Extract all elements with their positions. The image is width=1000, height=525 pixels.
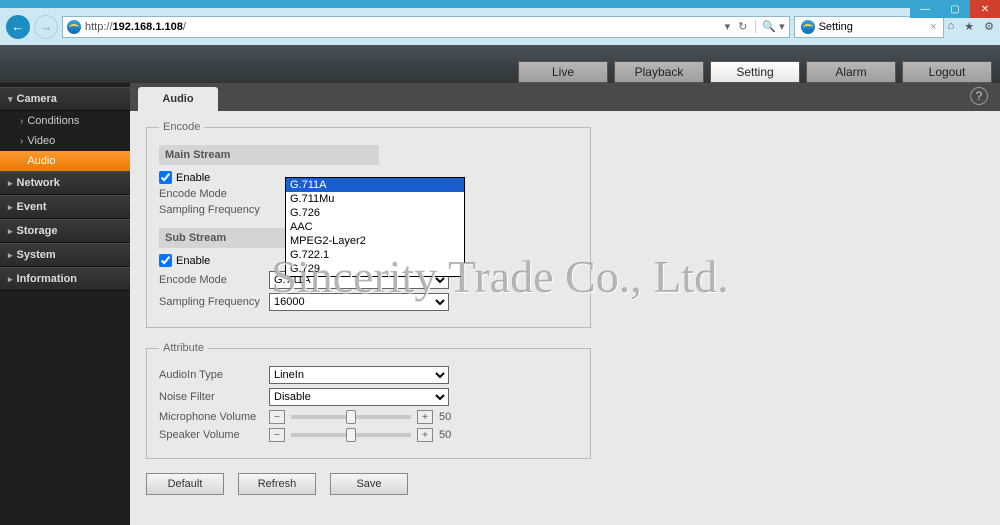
noise-filter-select[interactable]: Disable [269, 388, 449, 406]
tools-icon[interactable]: ⚙ [984, 20, 994, 33]
page-body: Encode Main Stream Enable Encode Mode Sa… [130, 111, 1000, 525]
window-titlebar [0, 0, 1000, 8]
content-area: Audio ? Encode Main Stream Enable Encode… [130, 83, 1000, 525]
option-g729[interactable]: G.729 [286, 262, 464, 276]
page-tab-audio[interactable]: Audio [138, 87, 218, 111]
option-g711mu[interactable]: G.711Mu [286, 192, 464, 206]
main-sampling-label: Sampling Frequency [159, 204, 269, 216]
speaker-volume-plus[interactable]: + [417, 428, 433, 442]
main-encode-mode-label: Encode Mode [159, 188, 269, 200]
address-controls: ▾ ↻ 🔍 ▾ [725, 20, 785, 33]
speaker-volume-minus[interactable]: − [269, 428, 285, 442]
chrome-tools: ⌂ ★ ⚙ [948, 20, 994, 33]
address-bar[interactable]: http://192.168.1.108/ ▾ ↻ 🔍 ▾ [62, 16, 790, 38]
window-buttons: — ▢ ✕ [910, 0, 1000, 18]
mic-volume-label: Microphone Volume [159, 411, 269, 423]
browser-chrome: ← → http://192.168.1.108/ ▾ ↻ 🔍 ▾ Settin… [0, 8, 1000, 45]
ie-icon [67, 20, 81, 34]
sidebar-item-video[interactable]: Video [0, 131, 130, 151]
encode-legend: Encode [159, 121, 204, 133]
tab-live[interactable]: Live [518, 61, 608, 83]
tab-setting[interactable]: Setting [710, 61, 800, 83]
back-button[interactable]: ← [6, 15, 30, 39]
attribute-legend: Attribute [159, 342, 208, 354]
option-aac[interactable]: AAC [286, 220, 464, 234]
sidebar-group-system[interactable]: System [0, 243, 130, 267]
refresh-icon[interactable]: ↻ [738, 20, 747, 33]
sidebar: Camera Conditions Video Audio Network Ev… [0, 83, 130, 525]
ie-icon [801, 20, 815, 34]
favorites-icon[interactable]: ★ [964, 20, 974, 33]
tab-title: Setting [819, 21, 853, 33]
main-enable-checkbox[interactable] [159, 171, 172, 184]
default-button[interactable]: Default [146, 473, 224, 495]
encode-fieldset: Encode Main Stream Enable Encode Mode Sa… [146, 121, 591, 328]
speaker-volume-slider[interactable] [291, 433, 411, 437]
url-host: 192.168.1.108 [113, 21, 183, 33]
browser-tab[interactable]: Setting × [794, 16, 944, 38]
page-tabstrip: Audio ? [130, 83, 1000, 111]
main-stream-header: Main Stream [159, 145, 379, 165]
main-enable-label: Enable [176, 172, 210, 184]
tab-logout[interactable]: Logout [902, 61, 992, 83]
sidebar-item-audio[interactable]: Audio [0, 151, 130, 171]
option-mpeg2layer2[interactable]: MPEG2-Layer2 [286, 234, 464, 248]
audioin-type-select[interactable]: LineIn [269, 366, 449, 384]
mic-volume-plus[interactable]: + [417, 410, 433, 424]
audioin-type-label: AudioIn Type [159, 369, 269, 381]
option-g7221[interactable]: G.722.1 [286, 248, 464, 262]
mic-volume-value: 50 [439, 411, 459, 423]
url-text: http://192.168.1.108/ [85, 21, 721, 33]
dropdown-icon[interactable]: ▾ [725, 20, 731, 33]
sidebar-group-network[interactable]: Network [0, 171, 130, 195]
speaker-volume-label: Speaker Volume [159, 429, 269, 441]
home-icon[interactable]: ⌂ [948, 20, 955, 33]
workspace: Camera Conditions Video Audio Network Ev… [0, 83, 1000, 525]
sidebar-item-conditions[interactable]: Conditions [0, 111, 130, 131]
refresh-button[interactable]: Refresh [238, 473, 316, 495]
mic-volume-thumb[interactable] [346, 410, 356, 424]
url-scheme: http:// [85, 21, 113, 33]
forward-button[interactable]: → [34, 15, 58, 39]
maximize-button[interactable]: ▢ [940, 0, 970, 18]
sidebar-group-camera[interactable]: Camera [0, 87, 130, 111]
mic-volume-slider[interactable] [291, 415, 411, 419]
sidebar-group-event[interactable]: Event [0, 195, 130, 219]
option-g711a[interactable]: G.711A [286, 178, 464, 192]
sub-sampling-select[interactable]: 16000 [269, 293, 449, 311]
option-g726[interactable]: G.726 [286, 206, 464, 220]
sidebar-group-information[interactable]: Information [0, 267, 130, 291]
speaker-volume-value: 50 [439, 429, 459, 441]
tab-close-icon[interactable]: × [930, 21, 936, 33]
minimize-button[interactable]: — [910, 0, 940, 18]
sub-enable-checkbox[interactable] [159, 254, 172, 267]
sidebar-group-storage[interactable]: Storage [0, 219, 130, 243]
footer-buttons: Default Refresh Save [146, 473, 984, 495]
mic-volume-minus[interactable]: − [269, 410, 285, 424]
tab-alarm[interactable]: Alarm [806, 61, 896, 83]
noise-filter-label: Noise Filter [159, 391, 269, 403]
sub-encode-mode-label: Encode Mode [159, 274, 269, 286]
speaker-volume-thumb[interactable] [346, 428, 356, 442]
sub-enable-label: Enable [176, 255, 210, 267]
attribute-fieldset: Attribute AudioIn Type LineIn Noise Filt… [146, 342, 591, 459]
search-icon[interactable]: 🔍 ▾ [755, 20, 784, 33]
url-path: / [183, 21, 186, 33]
tab-playback[interactable]: Playback [614, 61, 704, 83]
encode-mode-dropdown-open[interactable]: G.711A G.711Mu G.726 AAC MPEG2-Layer2 G.… [285, 177, 465, 277]
app-banner: Live Playback Setting Alarm Logout [0, 45, 1000, 83]
sub-sampling-label: Sampling Frequency [159, 296, 269, 308]
close-button[interactable]: ✕ [970, 0, 1000, 18]
save-button[interactable]: Save [330, 473, 408, 495]
help-icon[interactable]: ? [970, 87, 988, 105]
